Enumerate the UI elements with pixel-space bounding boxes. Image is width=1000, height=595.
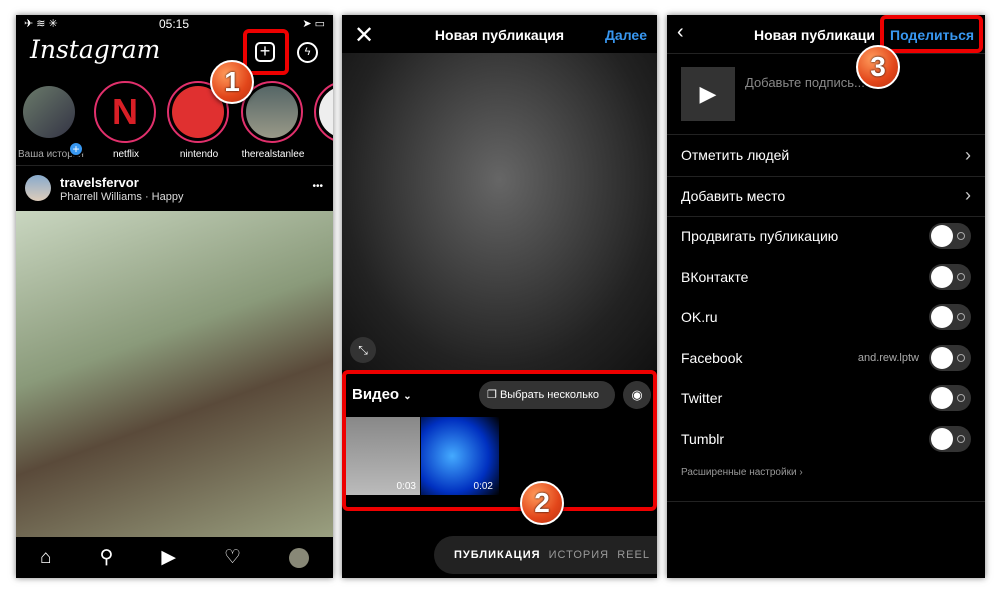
row-label: Отметить людей xyxy=(681,147,790,163)
instagram-logo: Instagram xyxy=(30,35,161,64)
new-post-screen: ✕ Новая публикация Далее ⤡ Видео ⌄ ❐ Выб… xyxy=(342,15,657,578)
row-label: OK.ru xyxy=(681,309,718,325)
status-time: 05:15 xyxy=(159,17,190,31)
instagram-feed-screen: ✈ ︎≋ ✳ 05:15 ➤ ▭ Instagram + ϟ 1 Ваша ис… xyxy=(16,15,333,578)
toggle-switch[interactable] xyxy=(929,304,971,330)
advanced-label: Расширенные настройки xyxy=(681,467,797,478)
reels-icon[interactable]: ▶ xyxy=(161,546,176,569)
settings-row[interactable]: Facebook and.rew.lptw xyxy=(681,338,971,378)
settings-row[interactable]: Tumblr xyxy=(681,419,971,459)
tab-post[interactable]: ПУБЛИКАЦИЯ xyxy=(454,549,541,561)
status-icons: ✈ ︎≋ ✳ xyxy=(24,18,58,30)
caption-input[interactable]: Добавьте подпись... xyxy=(745,75,865,90)
post-username[interactable]: travelsfervor xyxy=(60,175,139,190)
mode-tabs: ПУБЛИКАЦИЯ ИСТОРИЯ REEL xyxy=(434,536,657,574)
home-icon[interactable]: ⌂ xyxy=(40,547,51,569)
chevron-right-icon: › xyxy=(965,144,971,165)
settings-row[interactable]: OK.ru xyxy=(681,297,971,337)
story-netflix[interactable]: Nnetflix xyxy=(94,81,158,160)
add-story-icon[interactable]: + xyxy=(68,141,84,157)
back-icon[interactable]: ‹ xyxy=(677,21,684,44)
post-music[interactable]: Pharrell Williams · Happy xyxy=(60,191,183,203)
row-label: Twitter xyxy=(681,390,723,406)
toggle-switch[interactable] xyxy=(929,425,971,452)
row-label: Добавить место xyxy=(681,187,786,204)
story-label: konk xyxy=(314,149,333,160)
highlight-gallery xyxy=(342,370,657,511)
row-label: Facebook xyxy=(681,349,743,366)
more-icon[interactable]: ••• xyxy=(312,181,323,192)
expand-icon[interactable]: ⤡ xyxy=(350,337,376,363)
step-badge-3: 3 xyxy=(856,45,900,89)
messenger-icon[interactable]: ϟ xyxy=(297,42,318,63)
row-label: Продвигать публикацию xyxy=(681,228,839,244)
highlight-new-post xyxy=(243,29,289,75)
media-preview xyxy=(342,53,657,370)
avatar[interactable] xyxy=(25,175,51,201)
share-screen: ‹ Новая публикаци Поделиться ▶ Добавьте … xyxy=(667,15,985,578)
advanced-settings-link[interactable]: Расширенные настройки › xyxy=(681,467,803,478)
profile-avatar[interactable] xyxy=(289,547,309,568)
battery-icon: ➤ ▭ xyxy=(302,18,325,30)
search-icon[interactable]: ⚲ xyxy=(99,546,113,569)
chevron-right-icon: › xyxy=(965,185,971,205)
row-label: Tumblr xyxy=(681,430,725,447)
row-label: ВКонтакте xyxy=(681,268,749,285)
next-button[interactable]: Далее xyxy=(605,27,647,43)
video-thumbnail: ▶ xyxy=(681,67,735,121)
story-label: nintendo xyxy=(179,149,219,160)
toggle-switch[interactable] xyxy=(929,344,971,371)
settings-row[interactable]: Twitter xyxy=(681,378,971,418)
toggle-switch[interactable] xyxy=(929,385,971,411)
tab-reel[interactable]: REEL xyxy=(617,549,650,561)
screen-title: Новая публикаци xyxy=(754,27,875,43)
post-media[interactable] xyxy=(16,211,333,537)
toggle-switch[interactable] xyxy=(929,263,971,290)
highlight-share xyxy=(880,15,983,53)
step-badge-1: 1 xyxy=(210,60,254,104)
settings-row[interactable]: Отметить людей › xyxy=(681,135,971,175)
row-account: and.rew.lptw xyxy=(857,351,919,364)
tab-story[interactable]: ИСТОРИЯ xyxy=(549,549,609,561)
step-badge-2: 2 xyxy=(520,481,564,525)
settings-row[interactable]: Продвигать публикацию xyxy=(681,216,971,256)
play-icon: ▶ xyxy=(699,81,717,106)
bottom-nav: ⌂ ⚲ ▶ ♡ xyxy=(16,537,333,578)
story-konk[interactable]: konk xyxy=(314,81,333,160)
story-label: therealstanlee xyxy=(241,149,305,160)
settings-row[interactable]: ВКонтакте xyxy=(681,257,971,297)
story-label: netflix xyxy=(112,149,140,160)
settings-row[interactable]: Добавить место › xyxy=(681,176,971,216)
toggle-switch[interactable] xyxy=(929,223,971,249)
heart-icon[interactable]: ♡ xyxy=(224,546,241,569)
